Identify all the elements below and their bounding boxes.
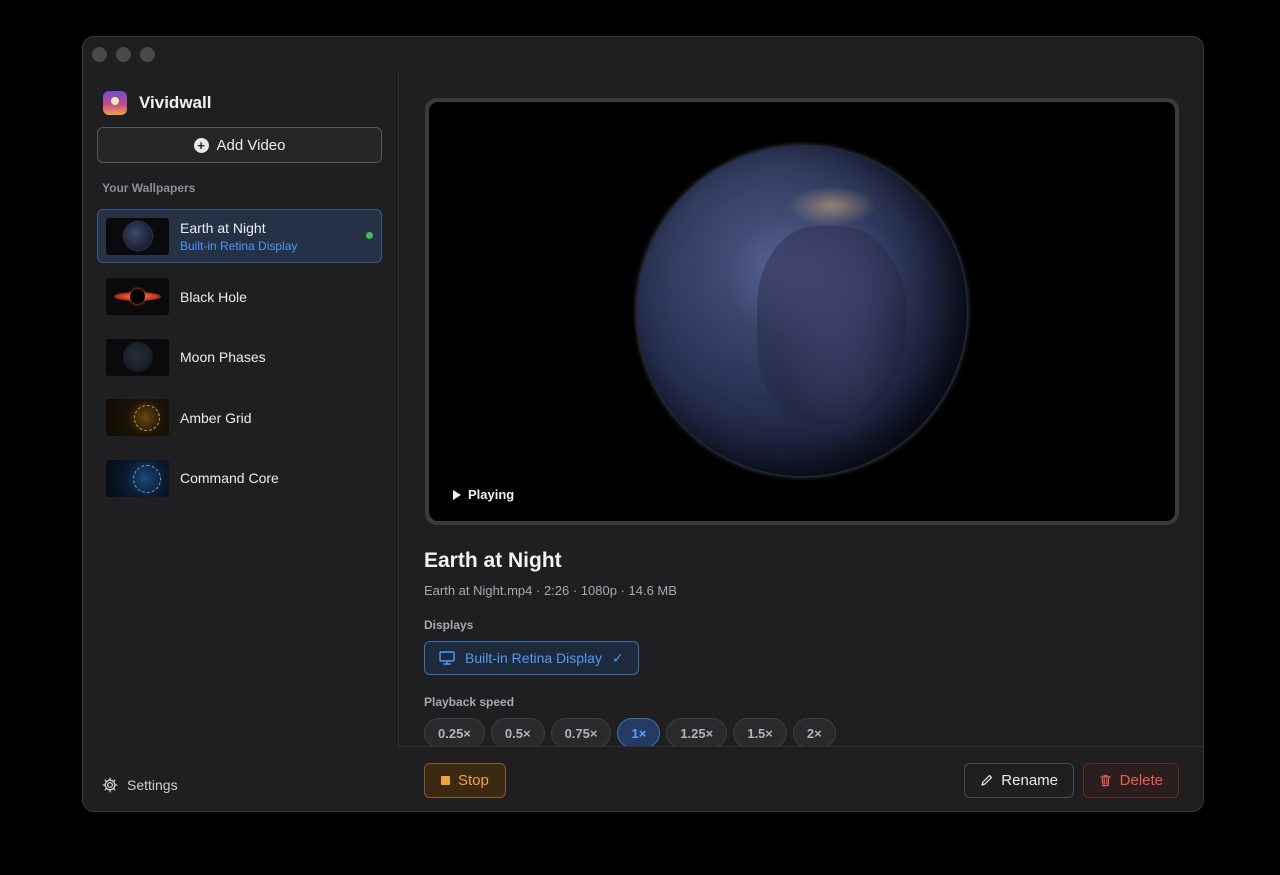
add-video-label: Add Video bbox=[216, 136, 286, 154]
speed-option-2x[interactable]: 2× bbox=[792, 718, 836, 748]
video-preview[interactable]: Playing bbox=[425, 98, 1179, 525]
speed-option-1x[interactable]: 1× bbox=[617, 718, 661, 748]
action-bar: Stop Rename Delete bbox=[398, 746, 1203, 811]
close-window-button[interactable] bbox=[92, 47, 107, 62]
detail-pane: Playing Earth at Night Earth at Night.mp… bbox=[398, 71, 1203, 811]
display-chip-label: Built-in Retina Display bbox=[465, 650, 602, 666]
stop-icon bbox=[441, 776, 450, 785]
wallpaper-item-amber-grid[interactable]: Amber Grid bbox=[97, 391, 382, 445]
rename-label: Rename bbox=[1001, 772, 1058, 789]
trash-icon bbox=[1100, 775, 1111, 787]
wallpaper-item-earth-at-night[interactable]: Earth at Night Built-in Retina Display bbox=[97, 209, 382, 263]
playback-status: Playing bbox=[453, 487, 514, 502]
wallpaper-item-moon-phases[interactable]: Moon Phases bbox=[97, 330, 382, 384]
wallpaper-thumbnail bbox=[106, 399, 169, 437]
wallpaper-item-black-hole[interactable]: Black Hole bbox=[97, 270, 382, 324]
speed-option-1-25x[interactable]: 1.25× bbox=[666, 718, 728, 748]
brand: Vividwall bbox=[103, 91, 211, 115]
displays-label: Displays bbox=[424, 618, 474, 632]
checkmark-icon: ✓ bbox=[611, 649, 624, 666]
settings-label: Settings bbox=[127, 777, 178, 793]
stop-button[interactable]: Stop bbox=[424, 763, 506, 798]
active-status-dot bbox=[366, 232, 373, 239]
playback-speed-selector: 0.25× 0.5× 0.75× 1× 1.25× 1.5× 2× bbox=[424, 718, 836, 748]
display-chip-built-in-retina[interactable]: Built-in Retina Display ✓ bbox=[424, 641, 639, 675]
delete-button[interactable]: Delete bbox=[1082, 763, 1179, 798]
wallpaper-thumbnail bbox=[106, 217, 169, 255]
wallpaper-item-command-core[interactable]: Command Core bbox=[97, 451, 382, 505]
wallpaper-display: Built-in Retina Display bbox=[180, 238, 298, 253]
wallpaper-title: Amber Grid bbox=[180, 409, 252, 426]
wallpaper-title: Moon Phases bbox=[180, 349, 266, 366]
wallpaper-title: Earth at Night bbox=[180, 219, 266, 236]
play-icon bbox=[453, 489, 461, 500]
wallpaper-title: Black Hole bbox=[180, 288, 247, 305]
wallpaper-detail-title: Earth at Night bbox=[424, 549, 562, 572]
file-metadata: Earth at Night.mp4 · 2:26 · 1080p · 14.6… bbox=[424, 583, 677, 598]
sidebar: Vividwall + Add Video Your Wallpapers Ea… bbox=[83, 71, 399, 811]
monitor-icon bbox=[439, 651, 455, 665]
plus-circle-icon: + bbox=[193, 137, 209, 153]
speed-option-0-75x[interactable]: 0.75× bbox=[550, 718, 612, 748]
wallpaper-list: Earth at Night Built-in Retina Display B… bbox=[97, 209, 382, 512]
minimize-window-button[interactable] bbox=[116, 47, 131, 62]
speed-option-1-5x[interactable]: 1.5× bbox=[733, 718, 787, 748]
wallpaper-thumbnail bbox=[106, 278, 169, 316]
app-name: Vividwall bbox=[139, 93, 212, 112]
speed-option-0-5x[interactable]: 0.5× bbox=[490, 718, 545, 748]
video-preview-frame: Playing bbox=[429, 102, 1175, 521]
wallpaper-thumbnail bbox=[106, 459, 169, 497]
gear-icon bbox=[102, 777, 118, 793]
app-window: Vividwall + Add Video Your Wallpapers Ea… bbox=[82, 36, 1204, 812]
pencil-icon bbox=[981, 774, 993, 786]
wallpapers-section-label: Your Wallpapers bbox=[102, 181, 196, 195]
earth-globe-image bbox=[637, 146, 967, 476]
playback-status-label: Playing bbox=[468, 487, 515, 502]
playback-speed-label: Playback speed bbox=[424, 695, 515, 709]
add-video-button[interactable]: + Add Video bbox=[97, 127, 382, 163]
window-controls bbox=[92, 47, 155, 62]
stop-label: Stop bbox=[458, 772, 489, 789]
wallpaper-thumbnail bbox=[106, 338, 169, 376]
zoom-window-button[interactable] bbox=[140, 47, 155, 62]
app-logo-icon bbox=[103, 91, 127, 115]
speed-option-0-25x[interactable]: 0.25× bbox=[424, 718, 485, 748]
delete-label: Delete bbox=[1119, 772, 1163, 789]
rename-button[interactable]: Rename bbox=[964, 763, 1074, 798]
wallpaper-title: Command Core bbox=[180, 470, 279, 487]
settings-button[interactable]: Settings bbox=[102, 777, 178, 793]
